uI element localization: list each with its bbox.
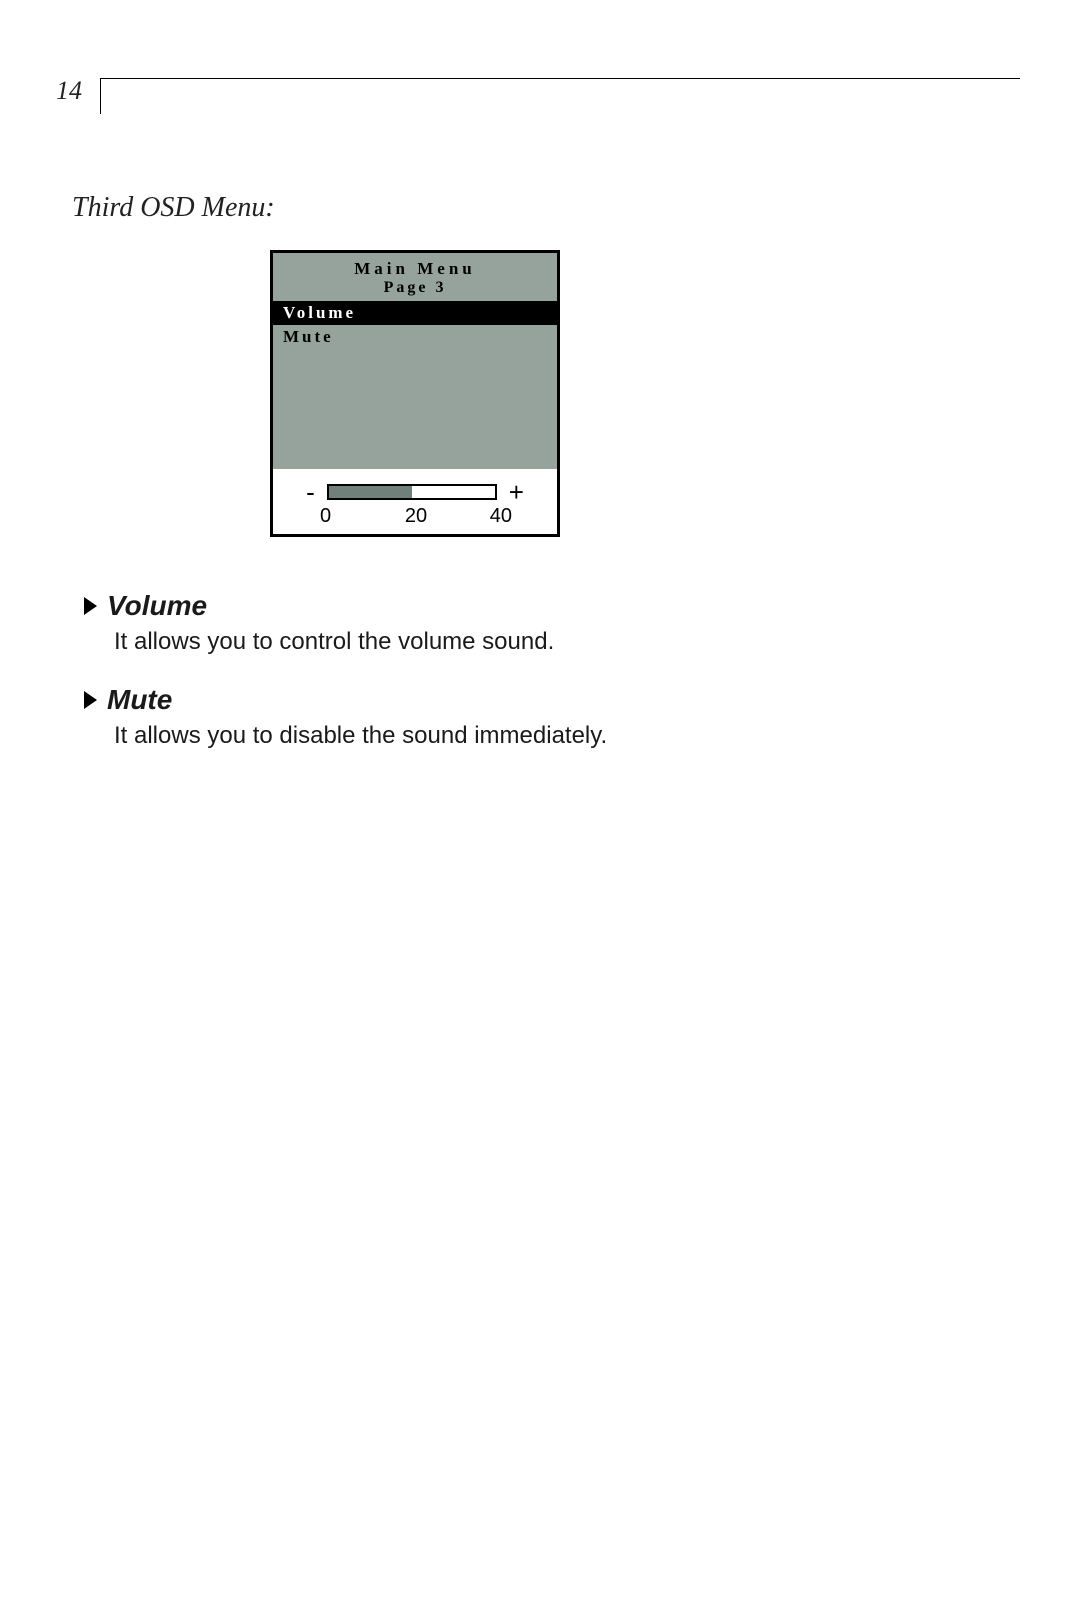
triangle-bullet-icon [84,691,97,709]
entry-description: It allows you to control the volume soun… [114,628,980,656]
osd-item-mute: Mute [273,325,557,349]
minus-icon: - [306,479,315,505]
entry-head: Mute [80,684,980,716]
osd-slider-row: - + [289,479,541,505]
entry-title: Volume [107,590,207,622]
document-page: 14 Third OSD Menu: Main Menu Page 3 Volu… [0,0,1080,1618]
osd-item-volume: Volume [273,301,557,325]
slider-tick-0: 0 [320,505,376,528]
page-number: 14 [56,76,82,106]
entry-list: Volume It allows you to control the volu… [80,590,980,778]
slider-tick-20: 20 [388,505,444,528]
osd-slider-fill [329,486,412,498]
osd-menu-screenshot: Main Menu Page 3 Volume Mute - + 0 20 40 [270,250,560,537]
top-rule-horizontal [100,78,1020,79]
top-rule-vertical [100,78,101,114]
entry-volume: Volume It allows you to control the volu… [80,590,980,656]
osd-upper-panel: Main Menu Page 3 Volume Mute [273,253,557,469]
osd-slider-panel: - + 0 20 40 [273,469,557,534]
entry-head: Volume [80,590,980,622]
osd-subtitle: Page 3 [273,279,557,301]
entry-description: It allows you to disable the sound immed… [114,722,980,750]
plus-icon: + [509,479,524,505]
section-heading: Third OSD Menu: [72,192,275,224]
osd-slider-labels: 0 20 40 [289,505,541,528]
entry-mute: Mute It allows you to disable the sound … [80,684,980,750]
triangle-bullet-icon [84,597,97,615]
osd-title: Main Menu [273,253,557,279]
osd-empty-area [273,349,557,469]
osd-slider-track [327,484,497,500]
slider-tick-40: 40 [456,505,512,528]
entry-title: Mute [107,684,172,716]
